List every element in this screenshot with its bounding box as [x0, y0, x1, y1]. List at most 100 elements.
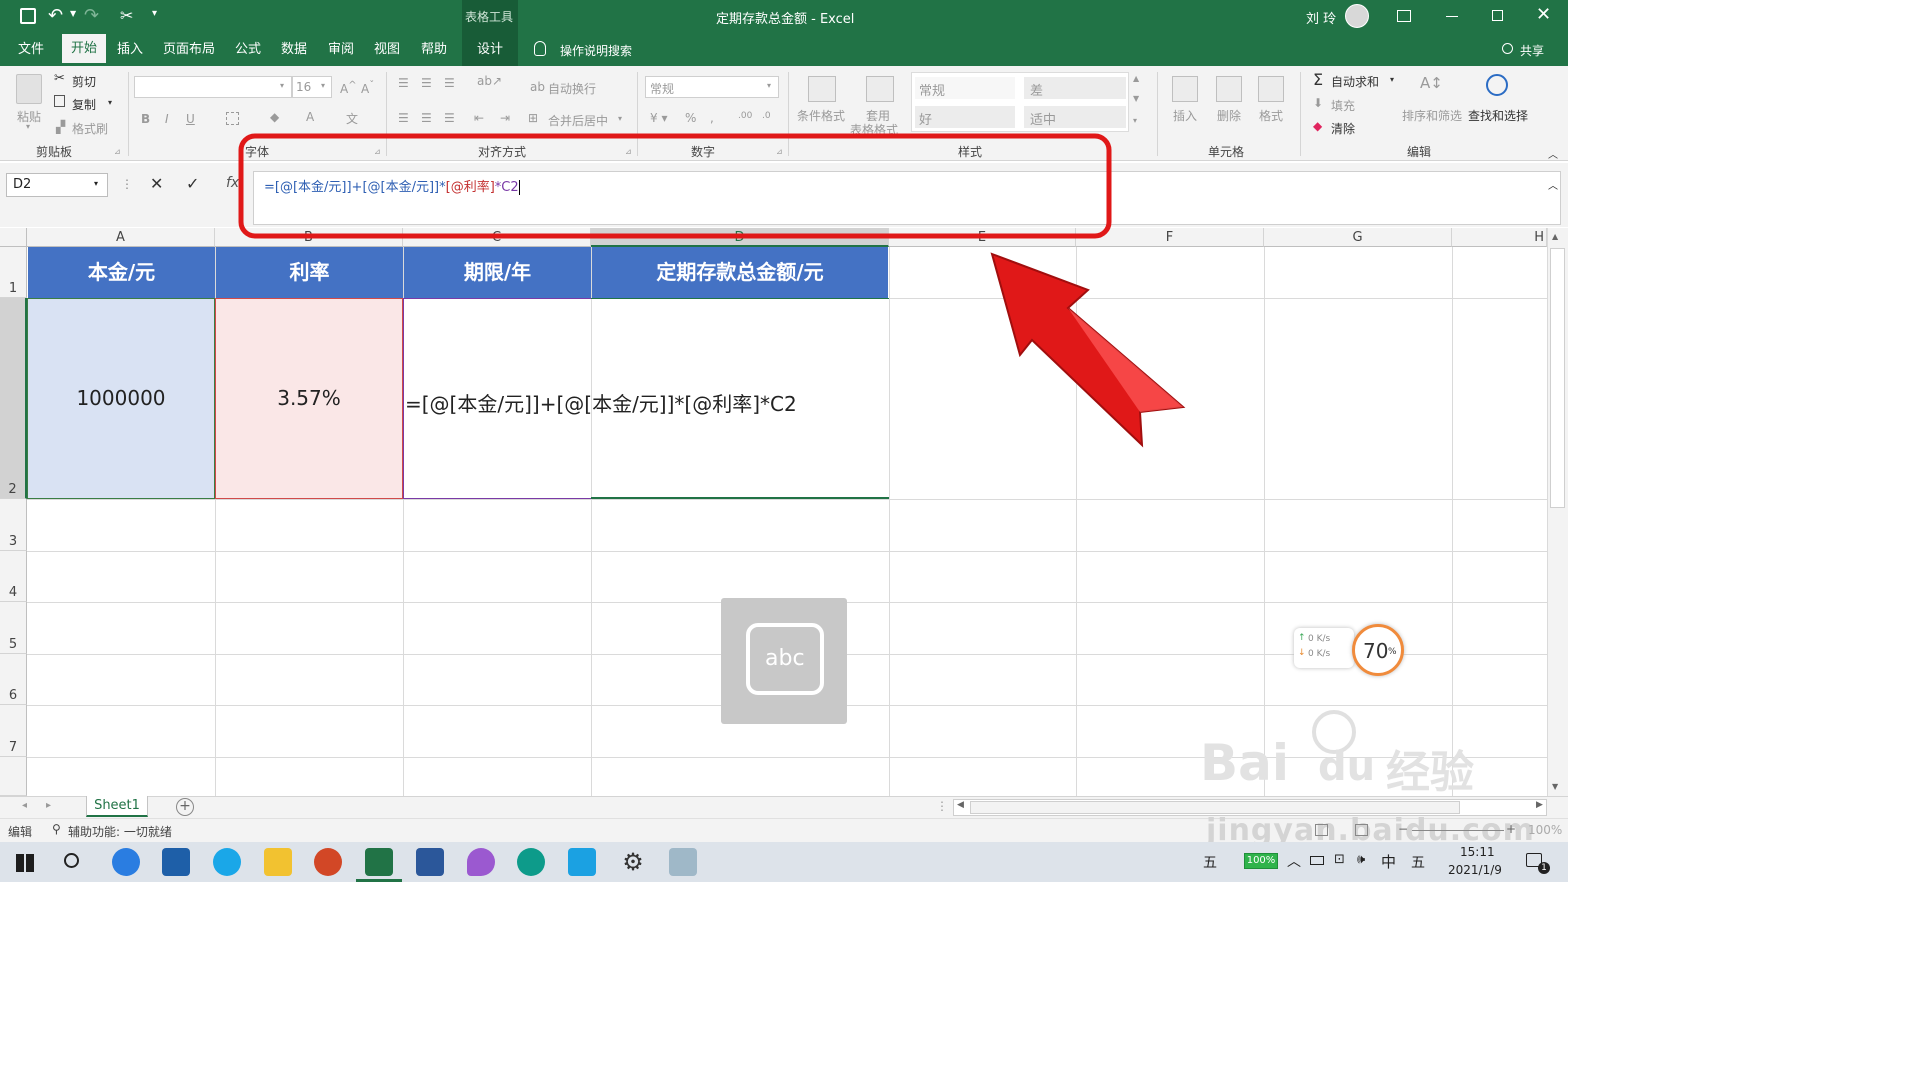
- column-header-a[interactable]: A: [27, 228, 215, 247]
- font-name-dropdown-icon[interactable]: ▾: [280, 81, 284, 90]
- tell-me-search[interactable]: 操作说明搜索: [560, 42, 632, 59]
- grow-font-icon[interactable]: A^: [340, 80, 357, 96]
- add-sheet-icon[interactable]: +: [176, 798, 194, 816]
- paint-icon[interactable]: [467, 848, 495, 876]
- align-right-icon[interactable]: ☰: [444, 111, 455, 125]
- copy-dropdown-icon[interactable]: ▾: [108, 98, 112, 107]
- clear-button[interactable]: 清除: [1331, 120, 1355, 137]
- currency-icon[interactable]: ¥ ▾: [650, 111, 667, 125]
- row-header-1[interactable]: 1: [0, 247, 27, 298]
- insert-function-icon[interactable]: fx: [226, 175, 239, 191]
- column-header-b[interactable]: B: [215, 228, 403, 247]
- page-layout-view-icon[interactable]: [1355, 824, 1368, 836]
- collapse-ribbon-icon[interactable]: ︿: [1548, 146, 1558, 161]
- alignment-launcher-icon[interactable]: ⊿: [625, 147, 632, 156]
- share-button[interactable]: 共享: [1520, 42, 1544, 59]
- increase-indent-icon[interactable]: ⇥: [500, 111, 510, 125]
- person-icon[interactable]: [1502, 43, 1513, 54]
- row-header-3[interactable]: 3: [0, 499, 27, 551]
- scroll-left-icon[interactable]: ◀: [957, 800, 964, 810]
- row-header-7[interactable]: 7: [0, 705, 27, 757]
- restore-icon[interactable]: [1492, 10, 1503, 21]
- fill-color-icon[interactable]: ◆: [270, 110, 279, 124]
- zoom-slider[interactable]: [1412, 830, 1504, 831]
- accessibility-status[interactable]: 辅助功能: 一切就绪: [68, 823, 172, 840]
- settings-icon[interactable]: ⚙: [619, 848, 647, 876]
- minimize-icon[interactable]: [1446, 16, 1458, 17]
- copy-button[interactable]: 复制: [72, 96, 96, 113]
- app-l-icon[interactable]: [112, 848, 140, 876]
- underline-icon[interactable]: U: [186, 112, 195, 126]
- column-header-h[interactable]: H: [1452, 228, 1547, 247]
- tab-insert[interactable]: 插入: [112, 34, 148, 66]
- styles-scroll-up-icon[interactable]: ▲: [1133, 74, 1139, 83]
- phonetic-icon[interactable]: 文: [346, 110, 358, 127]
- cut-quick-icon[interactable]: ✂: [120, 6, 133, 25]
- volume-icon[interactable]: 🕪: [1357, 852, 1365, 867]
- table-header-principal[interactable]: 本金/元: [28, 247, 215, 298]
- normal-view-icon[interactable]: [1315, 824, 1328, 836]
- merge-center-button[interactable]: 合并后居中: [548, 112, 608, 129]
- table-header-rate[interactable]: 利率: [216, 247, 403, 298]
- format-cells-button[interactable]: 格式: [1259, 107, 1283, 124]
- comma-icon[interactable]: ,: [710, 111, 714, 125]
- prev-sheet-icon[interactable]: ◂: [22, 800, 27, 811]
- next-sheet-icon[interactable]: ▸: [46, 800, 51, 811]
- orientation-icon[interactable]: ab↗: [477, 74, 502, 88]
- font-launcher-icon[interactable]: ⊿: [374, 147, 381, 156]
- insert-cells-button[interactable]: 插入: [1173, 107, 1197, 124]
- power-icon[interactable]: [1310, 856, 1324, 865]
- lightbulb-icon[interactable]: [534, 41, 546, 56]
- table-format-button-line2[interactable]: 表格格式: [850, 121, 898, 138]
- windows-start-icon[interactable]: [16, 854, 34, 872]
- excel-icon[interactable]: [365, 848, 393, 876]
- decrease-indent-icon[interactable]: ⇤: [474, 111, 484, 125]
- network-icon[interactable]: ⊡: [1334, 852, 1345, 867]
- row-header-4[interactable]: 4: [0, 551, 27, 602]
- word-icon[interactable]: [416, 848, 444, 876]
- scroll-right-icon[interactable]: ▶: [1536, 800, 1543, 810]
- autosum-button[interactable]: 自动求和: [1331, 73, 1379, 90]
- battery-indicator[interactable]: 100%: [1244, 853, 1278, 869]
- styles-more-icon[interactable]: ▾: [1133, 116, 1137, 125]
- clock-time[interactable]: 15:11: [1460, 845, 1495, 859]
- row-header-8[interactable]: [0, 757, 27, 796]
- avatar[interactable]: [1345, 4, 1369, 28]
- user-name[interactable]: 刘 玲: [1306, 8, 1336, 27]
- zoom-in-icon[interactable]: +: [1506, 822, 1516, 836]
- increase-decimal-icon[interactable]: .00: [738, 111, 752, 121]
- expand-formula-icon[interactable]: ︿: [1548, 177, 1558, 192]
- align-bottom-icon[interactable]: ☰: [444, 76, 455, 90]
- row-header-6[interactable]: 6: [0, 654, 27, 705]
- autosum-dropdown-icon[interactable]: ▾: [1390, 75, 1394, 84]
- zoom-level[interactable]: 100%: [1528, 823, 1562, 837]
- shrink-font-icon[interactable]: Aˇ: [361, 80, 374, 96]
- cell-b2[interactable]: 3.57%: [215, 298, 403, 499]
- edge-icon[interactable]: [517, 848, 545, 876]
- scroll-up-icon[interactable]: ▲: [1552, 232, 1558, 241]
- column-header-f[interactable]: F: [1076, 228, 1264, 247]
- table-header-term[interactable]: 期限/年: [404, 247, 591, 298]
- powerpoint-icon[interactable]: [314, 848, 342, 876]
- net-speed-widget[interactable]: 0 K/s 0 K/s ↑ ↓: [1294, 628, 1354, 668]
- row-header-5[interactable]: 5: [0, 602, 27, 654]
- tab-help[interactable]: 帮助: [414, 34, 454, 66]
- save-icon[interactable]: [20, 8, 36, 24]
- worksheet-grid[interactable]: A B C D E F G H 1 2 3 4 5 6 7 本金/元 利率 期限…: [0, 228, 1568, 798]
- column-header-c[interactable]: C: [403, 228, 591, 247]
- align-top-icon[interactable]: ☰: [398, 76, 409, 90]
- clipboard-launcher-icon[interactable]: ⊿: [114, 147, 121, 156]
- scroll-down-icon[interactable]: ▼: [1552, 782, 1558, 791]
- align-center-icon[interactable]: ☰: [421, 111, 432, 125]
- align-middle-icon[interactable]: ☰: [421, 76, 432, 90]
- format-painter-button[interactable]: 格式刷: [72, 120, 108, 137]
- select-all-corner[interactable]: [0, 228, 27, 247]
- tab-view[interactable]: 视图: [368, 34, 406, 66]
- app-grey-icon[interactable]: [669, 848, 697, 876]
- file-explorer-icon[interactable]: [264, 848, 292, 876]
- tab-design[interactable]: 设计: [462, 34, 518, 66]
- name-box-dropdown-icon[interactable]: ▾: [94, 179, 98, 188]
- ribbon-display-icon[interactable]: [1397, 10, 1411, 22]
- show-hidden-icon[interactable]: ︿: [1287, 851, 1301, 871]
- undo-icon[interactable]: ↶: [48, 5, 63, 26]
